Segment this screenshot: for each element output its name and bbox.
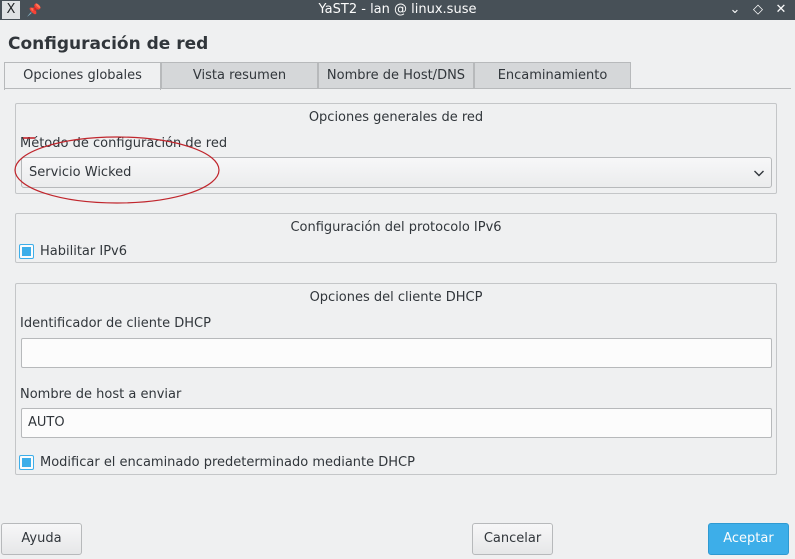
hostname-input[interactable]: AUTO (21, 408, 772, 438)
checkbox-checked-icon[interactable] (19, 244, 34, 259)
checkbox-checked-icon[interactable] (19, 455, 34, 470)
window-title: YaST2 - lan @ linux.suse (318, 2, 477, 17)
client-id-label: Identificador de cliente DHCP (20, 316, 211, 331)
default-route-label: Modificar el encaminado predeterminado m… (40, 455, 415, 470)
ipv6-group: Configuración del protocolo IPv6 Habilit… (15, 213, 777, 263)
minimize-icon[interactable]: ⌄ (724, 0, 746, 20)
tab-routing[interactable]: Encaminamiento (474, 62, 631, 89)
group-title: Opciones generales de red (308, 110, 484, 125)
tab-overview[interactable]: Vista resumen (161, 62, 318, 89)
tab-global-options[interactable]: Opciones globales (4, 62, 161, 90)
maximize-icon[interactable]: ◇ (747, 0, 769, 20)
tab-hostname-dns[interactable]: Nombre de Host/DNS (318, 62, 474, 89)
group-title: Opciones del cliente DHCP (309, 290, 483, 305)
help-button[interactable]: Ayuda (1, 523, 82, 555)
close-icon[interactable]: ✕ (770, 0, 792, 20)
group-title: Configuración del protocolo IPv6 (290, 220, 502, 235)
chevron-down-icon (754, 170, 764, 177)
client-id-input[interactable] (21, 338, 772, 368)
page-title: Configuración de red (8, 34, 209, 54)
method-label: Método de configuración de red (20, 136, 228, 151)
window-titlebar: X 📌 YaST2 - lan @ linux.suse ⌄ ◇ ✕ (0, 0, 795, 20)
general-options-group: Opciones generales de red Método de conf… (15, 103, 777, 194)
hostname-label: Nombre de host a enviar (20, 387, 182, 402)
dhcp-client-group: Opciones del cliente DHCP Identificador … (15, 283, 777, 475)
accept-button[interactable]: Aceptar (708, 523, 789, 555)
method-value: Servicio Wicked (29, 165, 132, 180)
method-combobox[interactable]: Servicio Wicked (21, 157, 772, 188)
enable-ipv6-label: Habilitar IPv6 (40, 244, 128, 259)
cancel-button[interactable]: Cancelar (472, 523, 553, 555)
